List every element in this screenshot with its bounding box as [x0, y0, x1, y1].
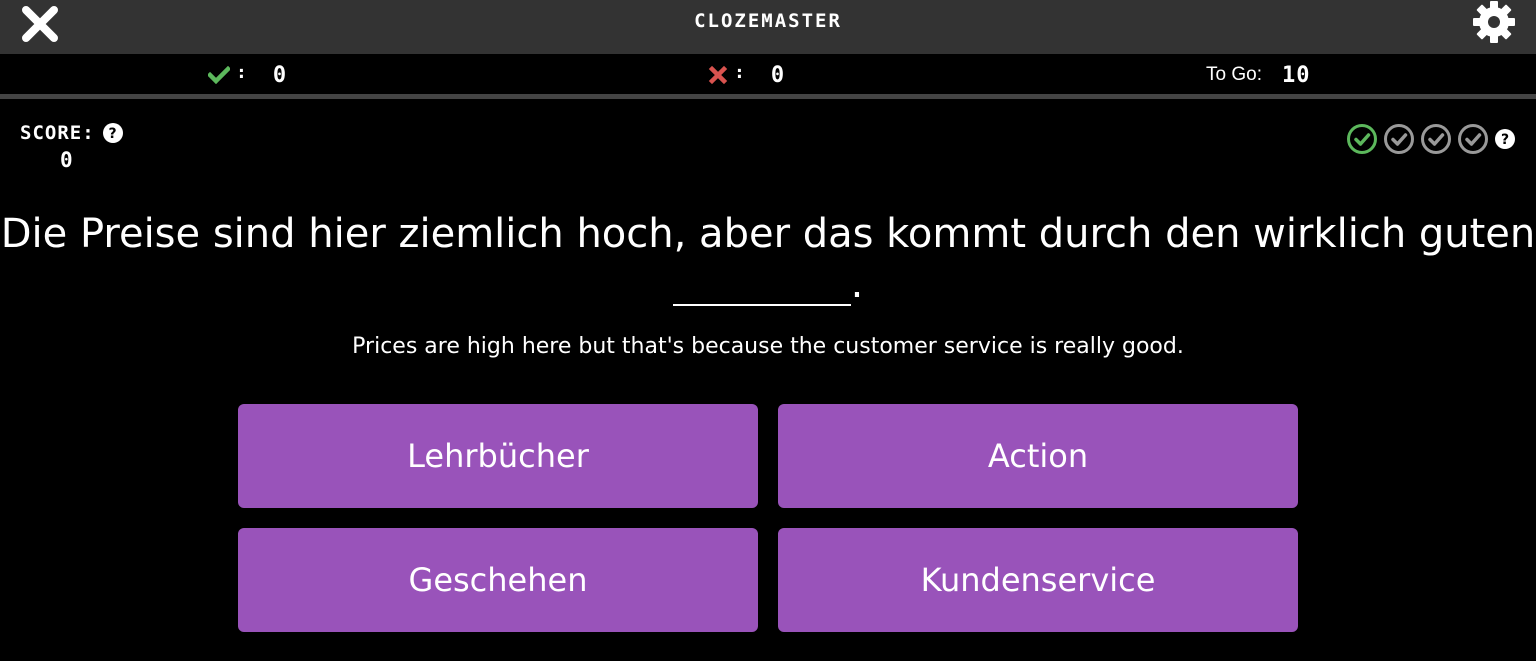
question-mark-icon: ? — [102, 123, 123, 143]
score-label: SCORE: ? — [20, 122, 123, 144]
x-mark-icon — [708, 65, 728, 85]
round-progress: ? — [1346, 123, 1516, 155]
checkmark-icon — [208, 66, 230, 84]
gear-icon — [1473, 1, 1515, 43]
answer-choice-button[interactable]: Lehrbücher — [238, 404, 758, 508]
incorrect-stat: : 0 — [708, 62, 784, 88]
cloze-blank — [672, 262, 851, 306]
cloze-sentence-end: . — [0, 262, 1536, 306]
sentence-period: . — [850, 261, 864, 307]
to-go-stat: To Go: 10 — [1206, 62, 1310, 88]
score-label-text: SCORE: — [20, 122, 95, 144]
progress-check-icon — [1458, 124, 1488, 154]
incorrect-count: 0 — [770, 62, 785, 88]
answer-choice-button[interactable]: Geschehen — [238, 528, 758, 632]
progress-check-icon — [1421, 124, 1451, 154]
score-help-button[interactable]: ? — [102, 123, 123, 143]
svg-text:?: ? — [108, 126, 117, 142]
progress-check-icon — [1384, 124, 1414, 154]
correct-count: 0 — [272, 62, 287, 88]
svg-text:?: ? — [1501, 132, 1509, 148]
progress-help-icon[interactable]: ? — [1494, 128, 1516, 150]
header-divider — [0, 94, 1536, 99]
correct-colon: : — [236, 61, 247, 83]
score-value: 0 — [60, 148, 73, 172]
correct-stat: : 0 — [208, 62, 286, 88]
answer-choice-button[interactable]: Action — [778, 404, 1298, 508]
settings-button[interactable] — [1472, 0, 1516, 44]
to-go-count: 10 — [1281, 62, 1311, 88]
answer-choice-button[interactable]: Kundenservice — [778, 528, 1298, 632]
to-go-label: To Go: — [1206, 64, 1262, 85]
progress-check-icon — [1347, 124, 1377, 154]
cloze-sentence: Die Preise sind hier ziemlich hoch, aber… — [0, 211, 1536, 257]
incorrect-colon: : — [734, 61, 745, 83]
app-title: CLOZEMASTER — [694, 10, 842, 32]
translation-text: Prices are high here but that's because … — [352, 334, 1184, 359]
stats-bar: : 0 : 0 To Go: 10 — [0, 54, 1536, 94]
top-bar: CLOZEMASTER — [0, 0, 1536, 54]
